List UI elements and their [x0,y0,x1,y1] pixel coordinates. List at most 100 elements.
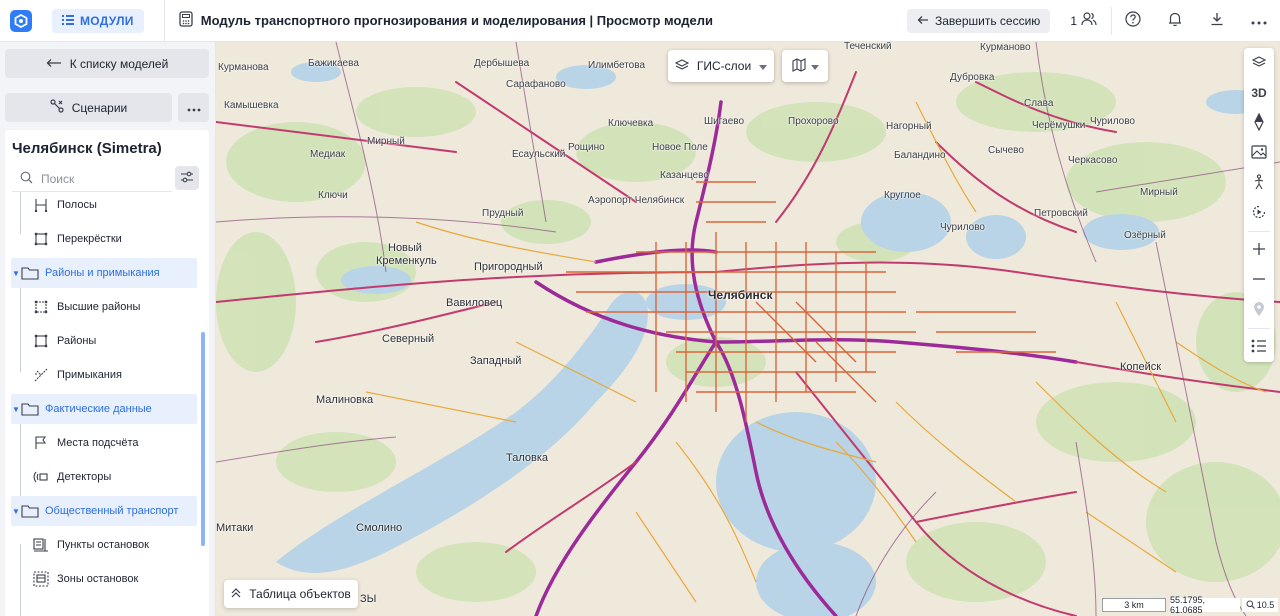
modules-label: МОДУЛИ [80,13,134,28]
place-label: Рощино [568,142,605,153]
playback-tool-button[interactable] [1244,198,1274,228]
intersections-icon [33,231,49,247]
zones-icon [33,333,49,349]
route-tool-button[interactable] [1244,168,1274,198]
sidebar: К списку моделей Сценарии Челябинск (Sim… [0,42,216,616]
more-dots-icon [187,101,201,115]
users-online[interactable]: 1 [1070,12,1097,29]
coordinates-readout: 55.1795, 61.0685 [1170,595,1240,615]
page-title-area: Модуль транспортного прогнозирования и м… [179,11,907,30]
tree-group-actual-data[interactable]: ▼ Фактические данные [11,394,197,424]
tree-group-zones-and-connectors[interactable]: ▼ Районы и примыкания [11,258,197,288]
more-menu-button[interactable] [1238,0,1280,42]
place-label: Петровский [1034,208,1088,219]
place-label: Аэропорт Челябинск [588,195,685,206]
model-panel: Челябинск (Simetra) Поиск Полосы Перекрё… [5,130,209,616]
locate-button[interactable] [1244,295,1274,325]
place-label: Кременкуль [376,255,437,267]
place-label: Вавиловец [446,297,503,309]
detector-icon [33,469,49,485]
tree-item-lanes[interactable]: Полосы [5,190,197,220]
tree-item-count-points[interactable]: Места подсчёта [5,428,197,458]
place-label: Смолино [356,522,403,534]
top-bar: МОДУЛИ Модуль транспортного прогнозирова… [0,0,1280,42]
zoom-out-button[interactable] [1244,265,1274,295]
tree-item-connectors[interactable]: Примыкания [5,360,197,390]
scenarios-label: Сценарии [71,100,128,115]
legend-button[interactable] [1244,332,1274,362]
layers-tool-button[interactable] [1244,48,1274,78]
sidebar-more-button[interactable] [178,93,209,122]
search-input[interactable]: Поиск [12,166,172,192]
chevrons-up-icon [231,587,241,601]
tree-item-stop-points[interactable]: Пункты остановок [5,530,197,560]
search-icon [20,171,33,187]
tree-item-label: Высшие районы [57,301,141,313]
image-icon [1251,144,1267,162]
notifications-button[interactable] [1154,0,1196,42]
zoom-level-readout: 10.5 [1242,598,1278,612]
3d-toggle-button[interactable]: 3D [1244,78,1274,108]
end-session-label: Завершить сессию [935,13,1041,28]
tree-item-super-zones[interactable]: Высшие районы [5,292,197,322]
place-label: Митаки [216,522,254,534]
legend-icon [1251,339,1267,356]
scenarios-button[interactable]: Сценарии [5,93,172,122]
arrow-left-icon [917,14,929,28]
back-to-models-button[interactable]: К списку моделей [5,49,209,78]
place-label: Таловка [506,452,549,464]
tree-item-intersections[interactable]: Перекрёстки [5,224,197,254]
place-label: Новое Поле [652,142,708,153]
tree-group-public-transport[interactable]: ▼ Общественный транспорт [11,496,197,526]
tree-item-label: Полосы [57,199,97,211]
tree-item-detectors[interactable]: Детекторы [5,462,197,492]
place-label: Камышевка [224,100,279,111]
search-placeholder: Поиск [41,171,75,186]
tree-item-label: Пункты остановок [57,539,149,551]
download-button[interactable] [1196,0,1238,42]
image-tool-button[interactable] [1244,138,1274,168]
place-label: Озёрный [1124,230,1166,241]
folder-icon [21,503,39,519]
place-label: Малиновка [316,394,374,406]
place-label: ЗЫ [360,593,377,605]
stop-zones-icon [33,571,49,587]
tree-item-zones[interactable]: Районы [5,326,197,356]
arrow-left-icon [46,57,62,71]
app-logo[interactable] [0,0,42,42]
caret-down-icon [811,59,819,73]
layers-icon [674,58,690,74]
gis-layers-label: ГИС-слои [696,59,752,73]
compass-button[interactable] [1244,108,1274,138]
model-title: Челябинск (Simetra) [12,140,162,157]
modules-button[interactable]: МОДУЛИ [52,8,144,33]
place-label: Сарафаново [506,79,566,90]
basemap-button[interactable] [782,50,828,82]
place-label: Бажикаева [308,58,359,69]
tree-scrollbar[interactable] [201,332,205,546]
tree-item-label: Зоны остановок [57,573,139,585]
caret-down-icon[interactable]: ▼ [11,507,21,516]
place-label: Пригородный [474,261,543,273]
zoom-in-button[interactable] [1244,235,1274,265]
help-button[interactable] [1112,0,1154,42]
tree-item-stop-zones[interactable]: Зоны остановок [5,564,197,594]
caret-down-icon[interactable]: ▼ [11,405,21,414]
place-label: Чурилово [1090,116,1135,127]
objects-table-button[interactable]: Таблица объектов [224,580,358,608]
filter-button[interactable] [175,166,199,190]
gis-layers-button[interactable]: ГИС-слои [668,50,774,82]
place-label: Прохорово [788,116,839,127]
download-icon [1209,11,1225,30]
map-view[interactable]: Челябинск Копейск Смолино Таловка Малино… [216,42,1280,616]
help-icon [1125,11,1141,30]
place-label: Курманова [218,62,269,73]
place-label: Северный [382,333,435,345]
sliders-icon [180,171,194,186]
tree-group-label: Районы и примыкания [45,267,160,279]
layers-icon [1251,55,1267,71]
caret-down-icon[interactable]: ▼ [11,269,21,278]
end-session-button[interactable]: Завершить сессию [907,8,1051,33]
objects-table-label: Таблица объектов [249,587,351,601]
replay-icon [1251,204,1267,223]
